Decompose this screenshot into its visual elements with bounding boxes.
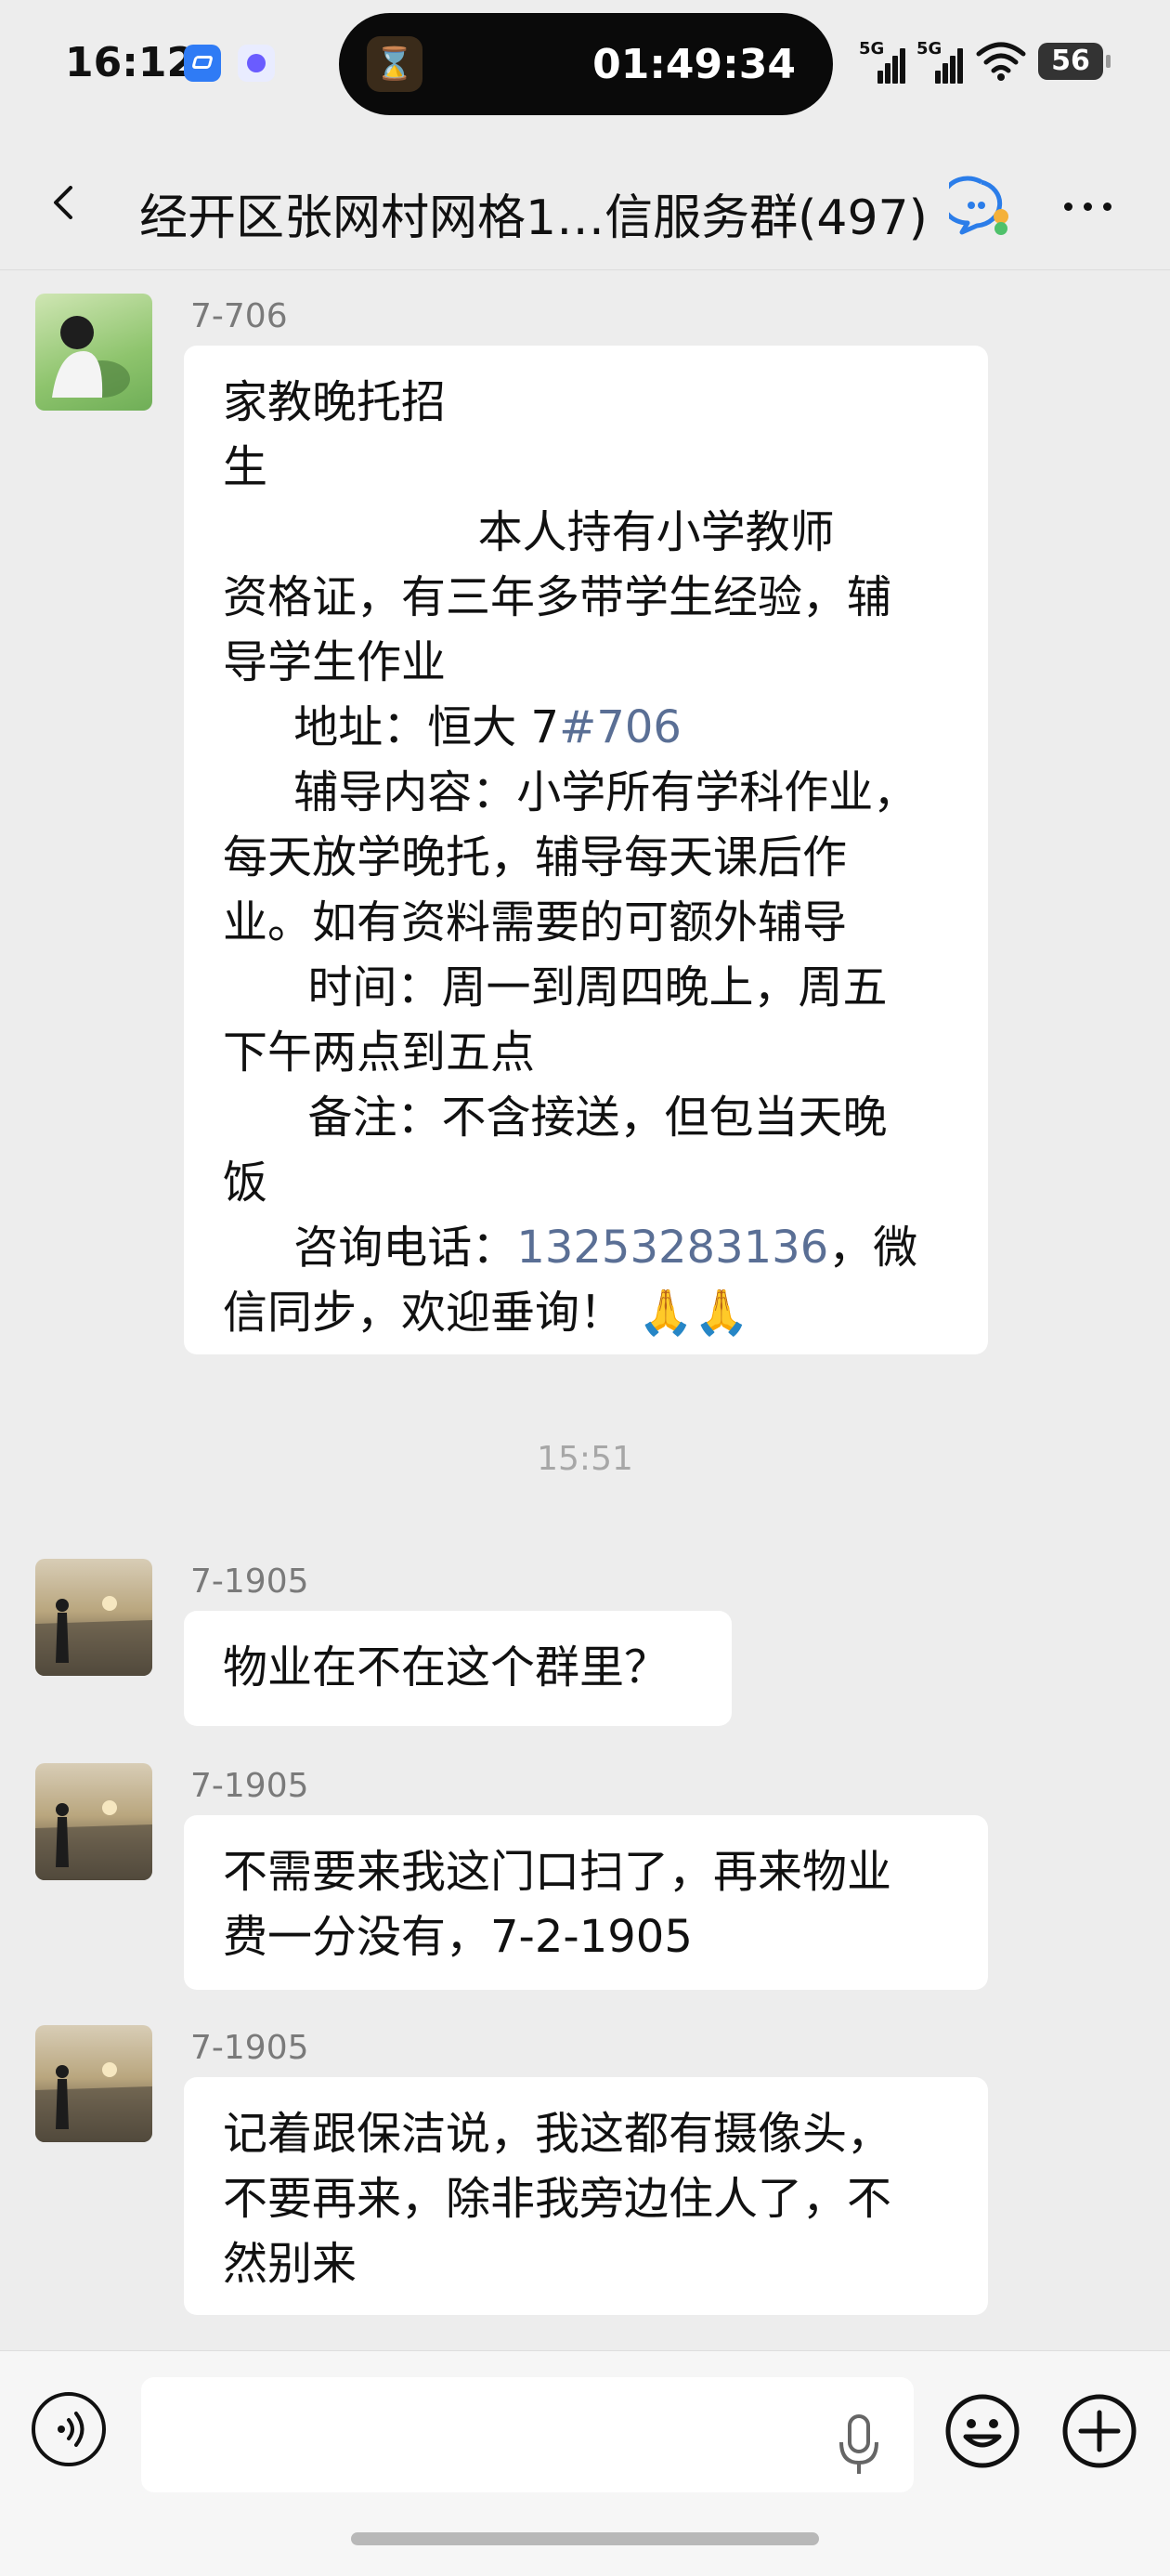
avatar[interactable] <box>35 294 152 411</box>
message-text: 业。如有资料需要的可额外辅导 <box>223 896 848 948</box>
message-text: 资格证，有三年多带学生经验，辅 <box>223 571 892 623</box>
wifi-icon <box>976 42 1026 81</box>
message-text: 家教晚托招 <box>223 376 447 428</box>
hashtag-link[interactable]: #706 <box>559 701 682 753</box>
message-text: 导学生作业 <box>223 636 447 688</box>
message-bubble[interactable]: 记着跟保洁说，我这都有摄像头， 不要再来，除非我旁边住人了，不 然别来 <box>184 2077 988 2315</box>
chat-header: 经开区张网村网格1…信服务群(497) <box>0 139 1170 270</box>
plus-icon[interactable] <box>1060 2392 1138 2470</box>
message-text: 物业在不在这个群里？ <box>223 1641 670 1693</box>
dynamic-island-timer[interactable]: ⌛ 01:49:34 <box>339 13 833 115</box>
message-bubble[interactable]: 家教晚托招 生 本人持有小学教师 资格证，有三年多带学生经验，辅 导学生作业 地… <box>184 346 988 1354</box>
message-bubble[interactable]: 不需要来我这门口扫了，再来物业 费一分没有，7-2-1905 <box>184 1815 988 1990</box>
more-options-icon[interactable] <box>1059 197 1118 216</box>
cellular-signal-icon: 5G <box>916 37 965 89</box>
message-bubble[interactable]: 物业在不在这个群里？ <box>184 1611 732 1726</box>
hourglass-icon: ⌛ <box>367 36 422 92</box>
sender-name: 7-706 <box>190 297 288 335</box>
message-text: 备注：不含接送，但包当天晚 <box>223 1092 888 1144</box>
group-chat-icon[interactable] <box>949 175 1014 240</box>
sender-name: 7-1905 <box>190 1767 309 1805</box>
message-text: 辅导内容：小学所有学科作业， <box>223 766 918 818</box>
back-arrow-icon[interactable] <box>46 186 80 219</box>
message-text: 不需要来我这门口扫了，再来物业 费一分没有，7-2-1905 <box>223 1846 892 1963</box>
timer-text: 01:49:34 <box>592 41 796 88</box>
message-text: 生 <box>223 441 268 493</box>
app-notification-icon <box>238 45 275 82</box>
message-text: 地址：恒大 7 <box>223 701 560 753</box>
message-input[interactable] <box>141 2377 914 2492</box>
network-type-label: 5G <box>916 39 942 59</box>
avatar[interactable] <box>35 1559 152 1676</box>
status-bar: 16:12 ⌛ 01:49:34 5G 5G 56 <box>0 0 1170 130</box>
message-text: 每天放学晚托，辅导每天课后作 <box>223 831 848 883</box>
message-text: 咨询电话： <box>223 1222 517 1274</box>
status-time: 16:12 <box>65 39 196 86</box>
sender-name: 7-1905 <box>190 2029 309 2067</box>
message-text: 本人持有小学教师 <box>223 506 835 558</box>
message-text: 信同步，欢迎垂询！ <box>223 1287 625 1339</box>
voice-wave-icon <box>58 2412 84 2447</box>
chat-title[interactable]: 经开区张网村网格1…信服务群(497) <box>139 178 928 248</box>
message-text: 记着跟保洁说，我这都有摄像头， 不要再来，除非我旁边住人了，不 然别来 <box>223 2108 892 2290</box>
battery-indicator: 56 <box>1038 43 1111 80</box>
app-notification-icon <box>184 45 221 82</box>
message-text: 下午两点到五点 <box>223 1026 536 1079</box>
message-text: ，微 <box>828 1222 918 1274</box>
voice-input-button[interactable] <box>32 2392 106 2466</box>
phone-link[interactable]: 13253283136 <box>516 1222 828 1274</box>
network-type-label: 5G <box>859 39 885 59</box>
cellular-signal-icon: 5G <box>859 37 907 89</box>
home-indicator[interactable] <box>351 2532 819 2545</box>
emoji-icon[interactable] <box>943 2392 1021 2470</box>
microphone-icon[interactable] <box>836 2413 882 2478</box>
sender-name: 7-1905 <box>190 1563 309 1601</box>
folded-hands-icon: 🙏🙏 <box>638 1287 749 1339</box>
message-text: 饭 <box>223 1157 268 1209</box>
time-divider: 15:51 <box>537 1440 633 1478</box>
avatar[interactable] <box>35 2025 152 2142</box>
message-text: 时间：周一到周四晚上，周五 <box>223 961 888 1013</box>
avatar[interactable] <box>35 1763 152 1880</box>
